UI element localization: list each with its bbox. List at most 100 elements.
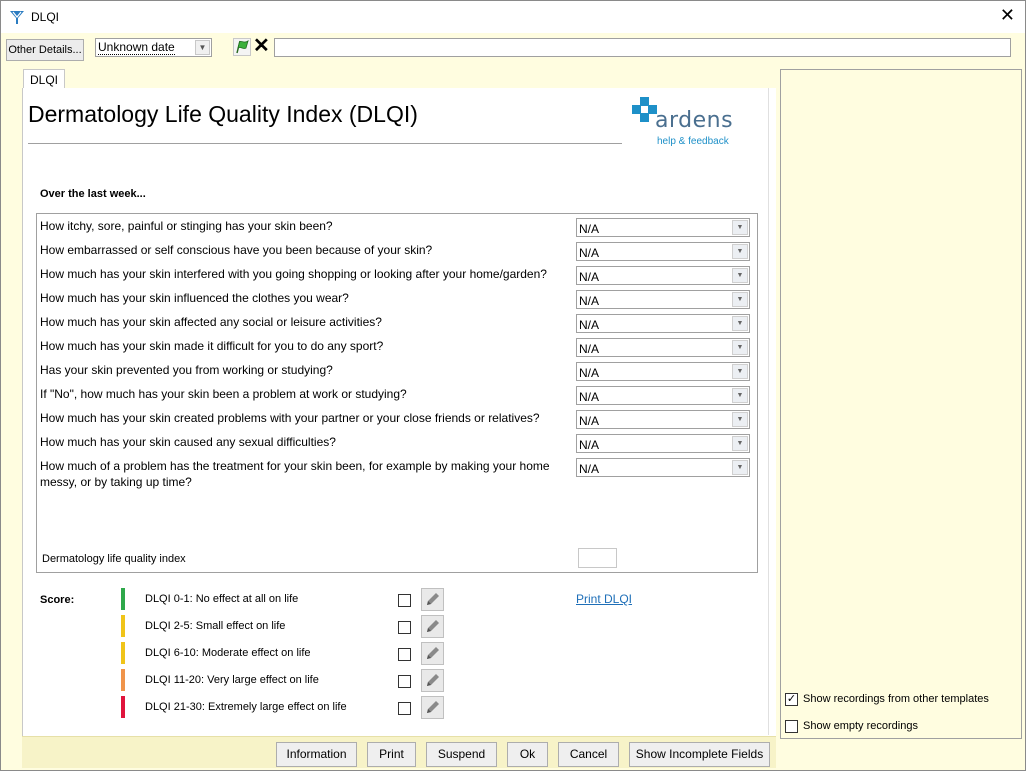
band-checkbox[interactable] (398, 702, 411, 715)
question-row: How itchy, sore, painful or stinging has… (37, 214, 757, 238)
print-button[interactable]: Print (367, 742, 416, 767)
answer-value: N/A (579, 270, 600, 284)
dlqi-index-label: Dermatology life quality index (42, 553, 186, 565)
app-logo-icon (10, 11, 24, 24)
chevron-down-icon[interactable]: ▼ (732, 460, 748, 475)
recordings-panel: ✓ Show recordings from other templates S… (780, 69, 1022, 739)
dlqi-window: DLQI ✕ Other Details... Unknown date ▼ ✕… (0, 0, 1026, 771)
logo-wordmark: ardens (655, 108, 734, 133)
answer-dropdown[interactable]: N/A ▼ (576, 266, 750, 285)
other-details-button[interactable]: Other Details... (6, 39, 84, 61)
free-text-input[interactable] (274, 38, 1011, 57)
suspend-button[interactable]: Suspend (426, 742, 497, 767)
band-checkbox[interactable] (398, 594, 411, 607)
show-other-templates-option[interactable]: ✓ Show recordings from other templates (785, 692, 1015, 708)
help-feedback-link[interactable]: help & feedback (657, 136, 729, 147)
question-row: If "No", how much has your skin been a p… (37, 382, 757, 406)
score-band-row: DLQI 6-10: Moderate effect on life (121, 642, 451, 667)
answer-dropdown[interactable]: N/A ▼ (576, 458, 750, 477)
answer-dropdown[interactable]: N/A ▼ (576, 314, 750, 333)
chevron-down-icon[interactable]: ▼ (732, 436, 748, 451)
question-row: How embarrassed or self conscious have y… (37, 238, 757, 262)
band-checkbox[interactable] (398, 621, 411, 634)
pencil-icon[interactable] (421, 642, 444, 665)
chevron-down-icon[interactable]: ▼ (732, 364, 748, 379)
answer-dropdown[interactable]: N/A ▼ (576, 338, 750, 357)
chevron-down-icon[interactable]: ▼ (732, 220, 748, 235)
answer-value: N/A (579, 366, 600, 380)
question-text: How much has your skin made it difficult… (40, 339, 384, 353)
over-last-week-label: Over the last week... (40, 188, 146, 200)
answer-dropdown[interactable]: N/A ▼ (576, 218, 750, 237)
band-checkbox[interactable] (398, 648, 411, 661)
answer-dropdown[interactable]: N/A ▼ (576, 410, 750, 429)
question-row: How much has your skin created problems … (37, 406, 757, 430)
date-dropdown[interactable]: Unknown date ▼ (95, 38, 212, 57)
question-row: How much of a problem has the treatment … (37, 454, 757, 489)
chevron-down-icon[interactable]: ▼ (732, 388, 748, 403)
question-row: How much has your skin caused any sexual… (37, 430, 757, 454)
answer-dropdown[interactable]: N/A ▼ (576, 242, 750, 261)
question-text: How much has your skin created problems … (40, 411, 540, 425)
question-text: How embarrassed or self conscious have y… (40, 243, 433, 257)
band-label: DLQI 6-10: Moderate effect on life (145, 647, 311, 659)
show-empty-recordings-option[interactable]: Show empty recordings (785, 719, 1015, 735)
question-row: How much has your skin made it difficult… (37, 334, 757, 358)
information-button[interactable]: Information (276, 742, 357, 767)
score-band-row: DLQI 2-5: Small effect on life (121, 615, 451, 640)
question-text: How itchy, sore, painful or stinging has… (40, 219, 333, 233)
window-title: DLQI (31, 10, 60, 24)
score-band-row: DLQI 11-20: Very large effect on life (121, 669, 451, 694)
question-text: How much has your skin affected any soci… (40, 315, 382, 329)
question-text: How much has your skin caused any sexual… (40, 435, 336, 449)
chevron-down-icon[interactable]: ▼ (732, 268, 748, 283)
answer-value: N/A (579, 318, 600, 332)
question-row: How much has your skin influenced the cl… (37, 286, 757, 310)
question-row: Has your skin prevented you from working… (37, 358, 757, 382)
pencil-icon[interactable] (421, 696, 444, 719)
cancel-button[interactable]: Cancel (558, 742, 619, 767)
band-color-bar (121, 588, 125, 610)
chevron-down-icon[interactable]: ▼ (732, 340, 748, 355)
show-other-templates-checkbox[interactable]: ✓ (785, 693, 798, 706)
band-checkbox[interactable] (398, 675, 411, 688)
pencil-icon[interactable] (421, 669, 444, 692)
answer-value: N/A (579, 222, 600, 236)
print-dlqi-link[interactable]: Print DLQI (576, 592, 632, 606)
question-row: How much has your skin affected any soci… (37, 310, 757, 334)
show-other-templates-label: Show recordings from other templates (803, 693, 989, 705)
chevron-down-icon[interactable]: ▼ (732, 316, 748, 331)
chevron-down-icon[interactable]: ▼ (732, 412, 748, 427)
pencil-icon[interactable] (421, 615, 444, 638)
flag-icon[interactable] (233, 38, 251, 56)
show-incomplete-fields-button[interactable]: Show Incomplete Fields (629, 742, 770, 767)
question-text: How much has your skin interfered with y… (40, 267, 547, 281)
chevron-down-icon[interactable]: ▼ (195, 40, 210, 55)
band-color-bar (121, 669, 125, 691)
band-color-bar (121, 615, 125, 637)
questions-box: How itchy, sore, painful or stinging has… (36, 213, 758, 573)
answer-dropdown[interactable]: N/A ▼ (576, 386, 750, 405)
answer-value: N/A (579, 390, 600, 404)
question-text: Has your skin prevented you from working… (40, 363, 333, 377)
answer-value: N/A (579, 438, 600, 452)
answer-value: N/A (579, 414, 600, 428)
pencil-icon[interactable] (421, 588, 444, 611)
ok-button[interactable]: Ok (507, 742, 548, 767)
toolbar: Other Details... Unknown date ▼ ✕ (1, 33, 1025, 63)
show-empty-recordings-checkbox[interactable] (785, 720, 798, 733)
answer-dropdown[interactable]: N/A ▼ (576, 434, 750, 453)
title-bar: DLQI ✕ (1, 1, 1025, 33)
tab-dlqi[interactable]: DLQI (23, 69, 65, 89)
tab-strip (65, 69, 769, 89)
chevron-down-icon[interactable]: ▼ (732, 244, 748, 259)
dlqi-index-field[interactable] (578, 548, 617, 568)
answer-dropdown[interactable]: N/A ▼ (576, 290, 750, 309)
close-icon[interactable]: ✕ (1000, 6, 1015, 24)
ardens-logo[interactable]: ardens help & feedback (629, 94, 739, 154)
answer-dropdown[interactable]: N/A ▼ (576, 362, 750, 381)
clear-icon[interactable]: ✕ (253, 36, 271, 57)
question-row: How much has your skin interfered with y… (37, 262, 757, 286)
chevron-down-icon[interactable]: ▼ (732, 292, 748, 307)
band-color-bar (121, 696, 125, 718)
